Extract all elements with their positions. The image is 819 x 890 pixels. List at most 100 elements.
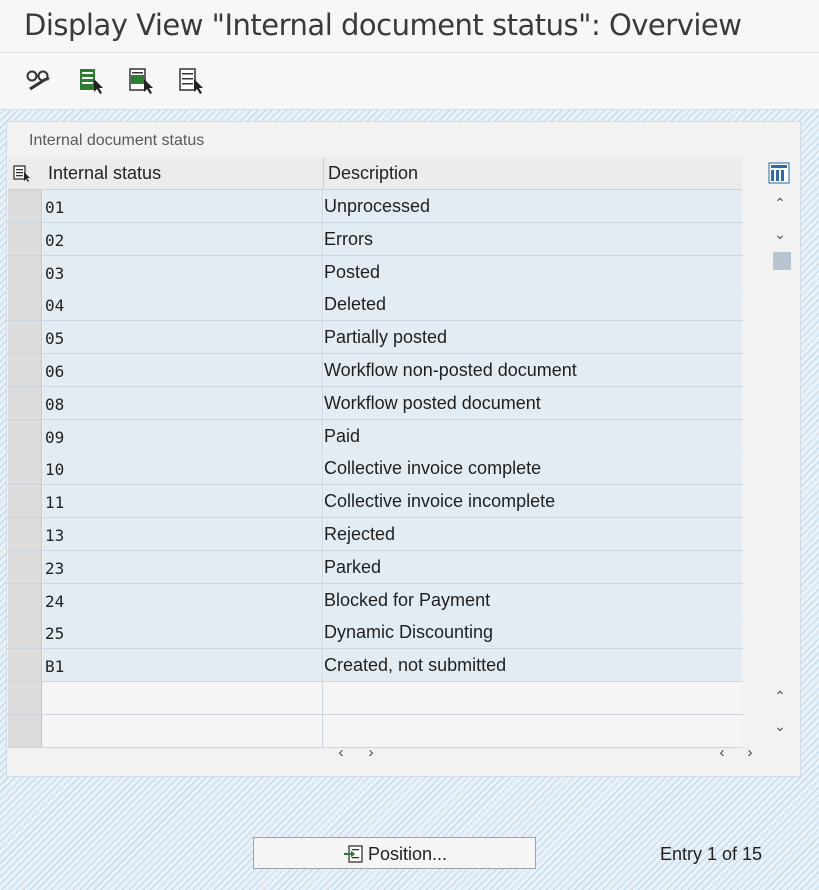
table-row[interactable]: 13 Rejected (7, 518, 743, 551)
row-selector[interactable] (8, 485, 42, 518)
table-settings-icon (13, 164, 31, 187)
description-cell (324, 682, 742, 714)
internal-status-cell: 06 (43, 354, 323, 386)
row-selector[interactable] (8, 682, 42, 714)
description-value: Workflow non-posted document (324, 360, 577, 380)
table-row[interactable]: 11 Collective invoice incomplete (7, 485, 743, 519)
chevron-up-icon: ⌃ (774, 195, 786, 211)
table-panel: Internal document status Internal status… (6, 121, 801, 777)
chevron-right-icon: › (747, 744, 753, 761)
chevron-left-icon: ‹ (338, 744, 344, 761)
entry-count-text: Entry 1 of 15 (660, 844, 763, 864)
empty-table-row[interactable] (7, 714, 743, 748)
column-settings-button[interactable] (768, 162, 790, 184)
select-all-button[interactable] (76, 65, 106, 97)
table-row[interactable]: 25 Dynamic Discounting (7, 616, 743, 650)
scroll-up-button[interactable]: ⌃ (771, 195, 789, 213)
description-value: Collective invoice incomplete (324, 491, 556, 512)
column-header-label: Internal status (48, 163, 162, 183)
description-cell: Deleted (324, 288, 742, 321)
description-cell: Partially posted (324, 321, 742, 354)
display-change-button[interactable] (24, 65, 54, 97)
description-cell: Rejected (324, 518, 742, 550)
description-value: Paid (324, 425, 361, 446)
description-value: Unprocessed (324, 196, 431, 216)
table-row[interactable]: 04 Deleted (7, 288, 743, 322)
internal-status-cell: 08 (43, 386, 323, 419)
select-block-icon (126, 65, 156, 95)
glasses-pencil-icon (24, 65, 54, 95)
description-value: Rejected (324, 524, 396, 544)
row-selector[interactable] (8, 321, 42, 354)
chevron-down-icon: ⌄ (774, 226, 786, 242)
internal-status-cell (43, 714, 323, 747)
description-cell: Posted (324, 255, 742, 288)
vertical-scrollbar-thumb[interactable] (773, 252, 791, 270)
internal-status-cell: 23 (43, 550, 323, 583)
internal-status-cell (43, 682, 323, 714)
position-icon (344, 845, 363, 863)
table-row[interactable]: 02 Errors (7, 222, 743, 256)
table-row[interactable]: 06 Workflow non-posted document (7, 354, 743, 387)
row-selector[interactable] (8, 386, 42, 419)
select-all-icon (76, 65, 106, 95)
scroll-right-button-col2[interactable]: › (741, 744, 759, 764)
internal-status-value: 23 (45, 558, 65, 578)
table-row[interactable]: 23 Parked (7, 550, 743, 584)
row-selector[interactable] (8, 255, 42, 288)
row-selector[interactable] (8, 550, 42, 583)
scroll-left-button-col1[interactable]: ‹ (332, 744, 350, 764)
row-selector[interactable] (8, 452, 42, 485)
column-header-internal-status[interactable]: Internal status (44, 157, 324, 190)
scroll-down-button[interactable]: ⌄ (771, 226, 789, 244)
column-settings-icon (768, 162, 790, 188)
scroll-right-button-col1[interactable]: › (362, 744, 380, 764)
internal-status-value: B1 (45, 657, 65, 677)
description-cell: Created, not submitted (324, 649, 742, 682)
row-selector[interactable] (8, 288, 42, 321)
description-cell (324, 714, 742, 747)
table-row[interactable]: 01 Unprocessed (7, 190, 743, 223)
table-row[interactable]: 09 Paid (7, 419, 743, 453)
row-selector[interactable] (8, 616, 42, 649)
empty-table-row[interactable] (7, 682, 743, 715)
select-block-button[interactable] (126, 65, 156, 97)
internal-status-value: 02 (45, 230, 65, 250)
scroll-left-button-col2[interactable]: ‹ (713, 744, 731, 764)
table-row[interactable]: 05 Partially posted (7, 321, 743, 355)
scroll-page-up-button[interactable]: ⌃ (771, 688, 789, 706)
column-header-description[interactable]: Description (324, 157, 742, 190)
internal-status-cell: 11 (43, 485, 323, 518)
row-selector[interactable] (8, 649, 42, 682)
row-selector[interactable] (8, 354, 42, 386)
table-row[interactable]: B1 Created, not submitted (7, 649, 743, 683)
table-row[interactable]: 10 Collective invoice complete (7, 452, 743, 486)
row-selector[interactable] (8, 222, 42, 255)
description-value: Deleted (324, 294, 387, 315)
row-selector[interactable] (8, 583, 42, 616)
table-row[interactable]: 03 Posted (7, 255, 743, 289)
row-selector[interactable] (8, 190, 42, 222)
deselect-all-button[interactable] (176, 65, 206, 97)
row-selector[interactable] (8, 419, 42, 452)
select-all-rows-cell[interactable] (8, 157, 44, 190)
description-value: Dynamic Discounting (324, 622, 494, 643)
internal-status-value: 08 (45, 394, 65, 414)
description-cell: Collective invoice complete (324, 452, 742, 485)
internal-status-cell: 25 (43, 616, 323, 649)
table-row[interactable]: 08 Workflow posted document (7, 386, 743, 420)
internal-status-value: 25 (45, 624, 65, 644)
position-button[interactable]: Position... (253, 837, 536, 869)
column-header-label: Description (328, 163, 419, 183)
internal-status-cell: 13 (43, 518, 323, 550)
description-value: Errors (324, 228, 373, 249)
table-row[interactable]: 24 Blocked for Payment (7, 583, 743, 617)
row-selector[interactable] (8, 518, 42, 550)
toolbar (0, 52, 819, 110)
row-selector[interactable] (8, 714, 42, 747)
scroll-page-down-button[interactable]: ⌄ (771, 718, 789, 736)
internal-status-cell: 01 (43, 190, 323, 222)
description-cell: Workflow posted document (324, 386, 742, 419)
chevron-up-icon: ⌃ (774, 688, 786, 704)
internal-status-value: 11 (45, 493, 65, 513)
